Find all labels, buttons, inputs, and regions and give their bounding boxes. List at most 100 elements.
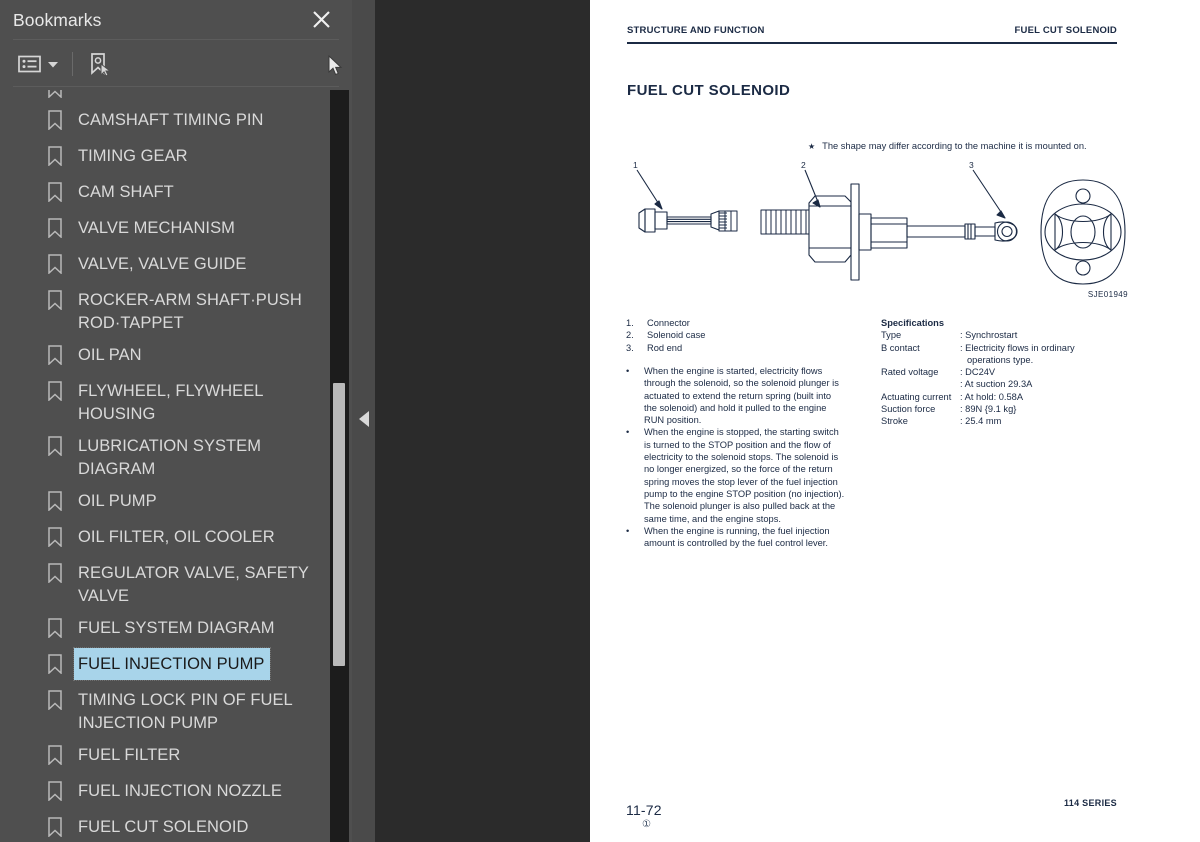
list-item-label: TIMING LOCK PIN OF FUEL INJECTION PUMP [78, 691, 293, 732]
list-item[interactable]: FUEL SYSTEM DIAGRAM [0, 612, 330, 648]
page-running-header: STRUCTURE AND FUNCTION FUEL CUT SOLENOID [627, 25, 1117, 36]
list-item-label: OIL PAN [78, 346, 142, 364]
list-options-icon[interactable] [18, 49, 58, 79]
close-icon[interactable] [308, 6, 334, 32]
list-item-label: VALVE, VALVE GUIDE [78, 255, 247, 273]
bullet-line: RUN position. [644, 415, 702, 426]
spec-value: operations type. [967, 354, 1034, 365]
spec-key [881, 378, 960, 390]
pdf-viewer-window: Bookmarks CAMSHAFT TIMING PIN TIMING GEA… [0, 0, 1200, 842]
list-item[interactable]: TIMING GEAR [0, 140, 330, 176]
spec-value: : 25.4 mm [960, 416, 1002, 427]
list-item-label: LUBRICATION SYSTEM DIAGRAM [78, 437, 262, 478]
fuel-cut-solenoid-figure: 1 2 3 [615, 160, 1155, 312]
triangle-left-icon[interactable] [358, 410, 372, 428]
bullet-line: When the engine is stopped, the starting… [644, 427, 839, 438]
legend-number: 3. [626, 342, 634, 353]
list-item[interactable]: OIL PUMP [0, 485, 330, 521]
page-number: 11-72 [626, 802, 662, 818]
revision-mark-icon: ① [642, 819, 651, 830]
list-item[interactable]: FUEL CUT SOLENOID [0, 811, 330, 842]
bullet-line: spring moves the stop lever of the fuel … [644, 476, 838, 487]
toolbar-divider [13, 86, 339, 87]
bookmarks-list[interactable]: CAMSHAFT TIMING PIN TIMING GEAR CAM SHAFT V… [0, 90, 330, 842]
new-bookmark-icon[interactable] [87, 49, 113, 79]
header-left-text: STRUCTURE AND FUNCTION [627, 25, 765, 36]
list-item[interactable]: VALVE, VALVE GUIDE [0, 248, 330, 284]
spec-row: B contact: Electricity flows in ordinary [881, 342, 1075, 354]
list-item-label: FUEL INJECTION PUMP [72, 647, 272, 681]
list-item-label: TIMING GEAR [78, 147, 188, 165]
star-icon: ★ [808, 142, 816, 151]
spec-row: Stroke : 25.4 mm [881, 415, 1075, 427]
header-rule [627, 42, 1117, 44]
bullet-line: through the solenoid, so the solenoid pl… [644, 378, 839, 389]
list-item[interactable]: VALVE MECHANISM [0, 212, 330, 248]
spec-row: operations type. [881, 354, 1075, 366]
bookmark-icon [48, 618, 62, 639]
spec-key: Type [881, 330, 902, 341]
spec-value: : At suction 29.3A [960, 379, 1033, 390]
bookmark-icon [48, 254, 62, 275]
svg-text:1: 1 [633, 162, 638, 170]
list-item-label: OIL FILTER, OIL COOLER [78, 528, 275, 546]
legend-number: 1. [626, 318, 634, 328]
list-item[interactable]: LUBRICATION SYSTEM DIAGRAM [0, 430, 330, 485]
spec-key [881, 354, 960, 366]
bullet-item: • When the engine is started, electricity… [626, 365, 860, 426]
bullet-line: is turned to the STOP position and the f… [644, 439, 831, 450]
bookmark-icon [48, 690, 62, 711]
bookmarks-panel-title: Bookmarks [13, 9, 102, 30]
list-item-label: VALVE MECHANISM [78, 219, 235, 237]
list-item[interactable]: FUEL FILTER [0, 739, 330, 775]
bullet-line: pump to the engine STOP position (no inj… [644, 488, 845, 499]
bullet-line: actuated to extend the return spring (bu… [644, 390, 832, 401]
specifications-title: Specifications [881, 318, 945, 328]
bookmarks-toolbar [0, 40, 352, 88]
svg-text:2: 2 [801, 162, 806, 170]
list-item-label: CAM SHAFT [78, 183, 174, 201]
bullet-item: • When the engine is running, the fuel in… [626, 525, 860, 550]
svg-text:3: 3 [969, 162, 974, 170]
spec-row: Actuating current: At hold: 0.58A [881, 391, 1075, 403]
bookmark-icon [48, 146, 62, 167]
bookmark-icon [48, 345, 62, 366]
list-item[interactable]: FUEL INJECTION NOZZLE [0, 775, 330, 811]
toolbar-separator [72, 52, 73, 76]
page-title: FUEL CUT SOLENOID [627, 82, 791, 99]
list-item-label: FUEL CUT SOLENOID [78, 818, 249, 836]
chevron-down-icon[interactable] [48, 55, 58, 73]
bookmarks-scrollbar[interactable] [330, 90, 349, 842]
bookmark-icon [48, 527, 62, 548]
legend-row: 1. Connector [626, 317, 705, 329]
bullet-item: • When the engine is stopped, the startin… [626, 426, 860, 524]
bullet-text: When the engine is started, electricity … [644, 365, 860, 426]
bullet-line: amount is controlled by the fuel control… [644, 538, 828, 549]
bookmark-icon [48, 817, 62, 838]
list-item[interactable]: OIL FILTER, OIL COOLER [0, 521, 330, 557]
bullet-line: The solenoid plunger is also pulled back… [644, 501, 836, 512]
list-item[interactable]: OIL PAN [0, 339, 330, 375]
scrollbar-thumb[interactable] [333, 383, 345, 666]
list-item[interactable]: REGULATOR VALVE, SAFETY VALVE [0, 557, 330, 612]
list-item[interactable]: TIMING LOCK PIN OF FUEL INJECTION PUMP [0, 684, 330, 739]
description-bullets: • When the engine is started, electricity… [626, 365, 860, 549]
bookmark-icon [48, 218, 62, 239]
list-item[interactable]: CAMSHAFT TIMING PIN [0, 104, 330, 140]
list-item[interactable]: FLYWHEEL, FLYWHEEL HOUSING [0, 375, 330, 430]
bullet-line: same time, and the engine stops. [644, 513, 781, 524]
spec-key: Stroke [881, 416, 908, 427]
list-item[interactable]: CAM SHAFT [0, 176, 330, 212]
bullet-line: no longer energized, so the force of the… [644, 464, 833, 475]
spec-value: : Electricity flows in ordinary [960, 342, 1075, 353]
bookmark-icon [48, 781, 62, 802]
bullet-line: When the engine is running, the fuel inj… [644, 525, 830, 536]
list-item-label: FLYWHEEL, FLYWHEEL HOUSING [78, 382, 263, 423]
spec-value: : Synchrostart [960, 330, 1018, 341]
list-item-selected[interactable]: FUEL INJECTION PUMP [0, 647, 330, 684]
spec-row: : At suction 29.3A [881, 378, 1075, 390]
list-item[interactable] [0, 90, 330, 104]
list-item[interactable]: ROCKER-ARM SHAFT·PUSH ROD·TAPPET [0, 284, 330, 339]
list-item-label: CAMSHAFT TIMING PIN [78, 111, 264, 129]
header-right-text: FUEL CUT SOLENOID [1014, 25, 1117, 36]
